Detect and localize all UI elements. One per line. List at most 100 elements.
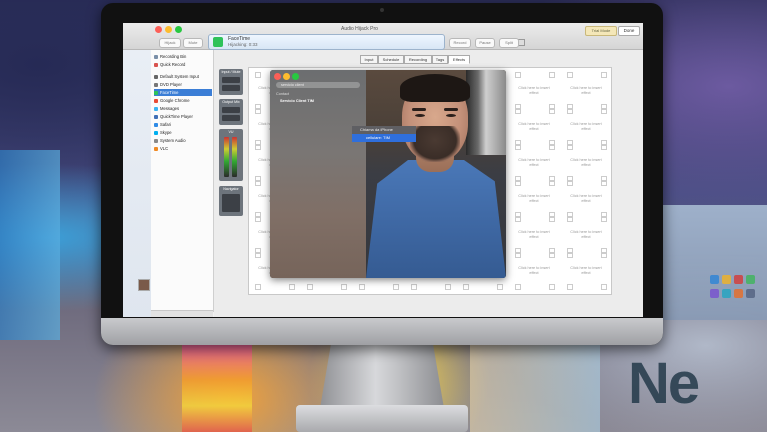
slot-corner [549, 216, 555, 222]
source-icon [154, 146, 158, 151]
dropdown-item[interactable]: Chiama da iPhone [352, 126, 416, 134]
tab[interactable]: Input [360, 55, 378, 64]
effect-slot[interactable]: Click here to insert effect [567, 180, 607, 218]
block-label: Output Mix [222, 100, 240, 104]
effect-slot[interactable]: Click here to insert effect [515, 216, 555, 254]
sidebar-item[interactable]: Default System Input [154, 73, 212, 80]
effect-slot-label: Click here to insert effect [518, 158, 550, 167]
app-icon [746, 289, 755, 298]
block-label: Input / Mute [221, 70, 241, 74]
bg-stripe [470, 345, 600, 432]
sidebar-item[interactable]: Google Chrome [154, 97, 212, 104]
contact-search-input[interactable]: servicio client [276, 82, 360, 88]
tab[interactable]: Tags [432, 55, 448, 64]
sidebar-bottom-bar [151, 310, 213, 317]
slot-corner [515, 180, 521, 186]
hair [400, 74, 470, 102]
zoom-button[interactable] [292, 73, 299, 80]
app-icon [746, 275, 755, 284]
close-button[interactable] [274, 73, 281, 80]
sidebar-item[interactable]: System Audio [154, 137, 212, 144]
slot-corner [515, 284, 521, 290]
slot-corner [393, 284, 399, 290]
source-icon [154, 106, 158, 111]
effect-slot-label: Click here to insert effect [570, 122, 602, 131]
window-title: Audio Hijack Pro [341, 26, 378, 32]
slot-corner [445, 284, 451, 290]
mute-button[interactable]: Mute [183, 38, 203, 48]
effect-slot[interactable]: Click here to insert effect [515, 108, 555, 146]
slot-corner [567, 284, 573, 290]
effect-slot[interactable]: Click here to insert effect [515, 252, 555, 290]
slot-corner [567, 72, 573, 78]
effect-slot-label: Click here to insert effect [518, 122, 550, 131]
sidebar-item[interactable]: Skype [154, 129, 212, 136]
dropdown-item-selected[interactable]: cellulare: TIM [352, 134, 416, 142]
sidebar-item[interactable]: Messages [154, 105, 212, 112]
effect-slot[interactable]: Click here to insert effect [567, 72, 607, 110]
sidebar-item-label: Safari [160, 122, 171, 127]
output-block[interactable]: Output Mix [219, 99, 243, 125]
trial-badge[interactable]: Trial Mode [585, 26, 617, 36]
sidebar-item[interactable]: Safari [154, 121, 212, 128]
contact-result[interactable]: Servicio Client TIM [280, 99, 314, 103]
hijack-button[interactable]: Hijack [159, 38, 181, 48]
sidebar-item[interactable]: VLC [154, 145, 212, 152]
sidebar-item[interactable]: Recording Bin [154, 53, 212, 60]
slot-corner [515, 72, 521, 78]
effect-slot-label: Click here to insert effect [570, 194, 602, 203]
effect-slot[interactable]: Click here to insert effect [515, 72, 555, 110]
sidebar-item-label: FaceTime [160, 90, 179, 95]
zoom-button[interactable] [175, 26, 182, 33]
thumbnail[interactable] [138, 279, 150, 291]
source-icon [154, 82, 158, 87]
effect-slot[interactable]: Click here to insert effect [567, 144, 607, 182]
app-icon [734, 289, 743, 298]
sidebar-item-label: Recording Bin [160, 54, 187, 59]
camera-dot [380, 8, 384, 12]
camera-preview [366, 70, 506, 278]
effect-slot[interactable]: Click here to insert effect [515, 144, 555, 182]
sidebar-item-label: Messages [160, 106, 180, 111]
minimize-button[interactable] [165, 26, 172, 33]
sidebar-item[interactable]: FaceTime [154, 89, 212, 96]
effect-slot[interactable]: Click here to insert effect [515, 180, 555, 218]
slot-corner [463, 284, 469, 290]
slot-corner [601, 252, 607, 258]
slot-corner [515, 144, 521, 150]
hijack-status: Hijacking: 0:33 [228, 42, 258, 47]
finder-strip [123, 50, 151, 317]
vu-meter [232, 137, 237, 177]
slot-corner [567, 108, 573, 114]
slot-corner [567, 144, 573, 150]
split-button[interactable]: Split [499, 38, 519, 48]
effect-slot[interactable]: Click here to insert effect [567, 216, 607, 254]
pause-button[interactable]: Pause [475, 38, 495, 48]
slot-corner [255, 284, 261, 290]
tab[interactable]: Schedule [378, 55, 404, 64]
slot-corner [549, 252, 555, 258]
effect-slot[interactable]: Click here to insert effect [567, 108, 607, 146]
record-button[interactable]: Record [449, 38, 471, 48]
navigator-block[interactable]: Navigator [219, 186, 243, 216]
slot-corner [601, 108, 607, 114]
sidebar-item[interactable]: QuickTime Player [154, 113, 212, 120]
now-hijacking-panel: FaceTime Hijacking: 0:33 [208, 34, 525, 50]
slot-corner [601, 216, 607, 222]
monitor-base [296, 405, 468, 432]
source-icon [154, 54, 158, 59]
sidebar-item[interactable]: DVD Player [154, 81, 212, 88]
close-button[interactable] [155, 26, 162, 33]
sidebar-item-label: VLC [160, 146, 169, 151]
done-button[interactable]: Done [618, 26, 640, 36]
slot-corner [289, 284, 295, 290]
tab[interactable]: Effects [448, 55, 470, 64]
input-block[interactable]: Input / Mute [219, 69, 243, 95]
source-icon [154, 98, 158, 103]
effect-slot-label: Click here to insert effect [570, 230, 602, 239]
tab[interactable]: Recording [404, 55, 432, 64]
minimize-button[interactable] [283, 73, 290, 80]
effect-slot[interactable]: Click here to insert effect [567, 252, 607, 290]
sidebar-item[interactable]: Quick Record [154, 61, 212, 68]
source-icon [154, 90, 158, 95]
